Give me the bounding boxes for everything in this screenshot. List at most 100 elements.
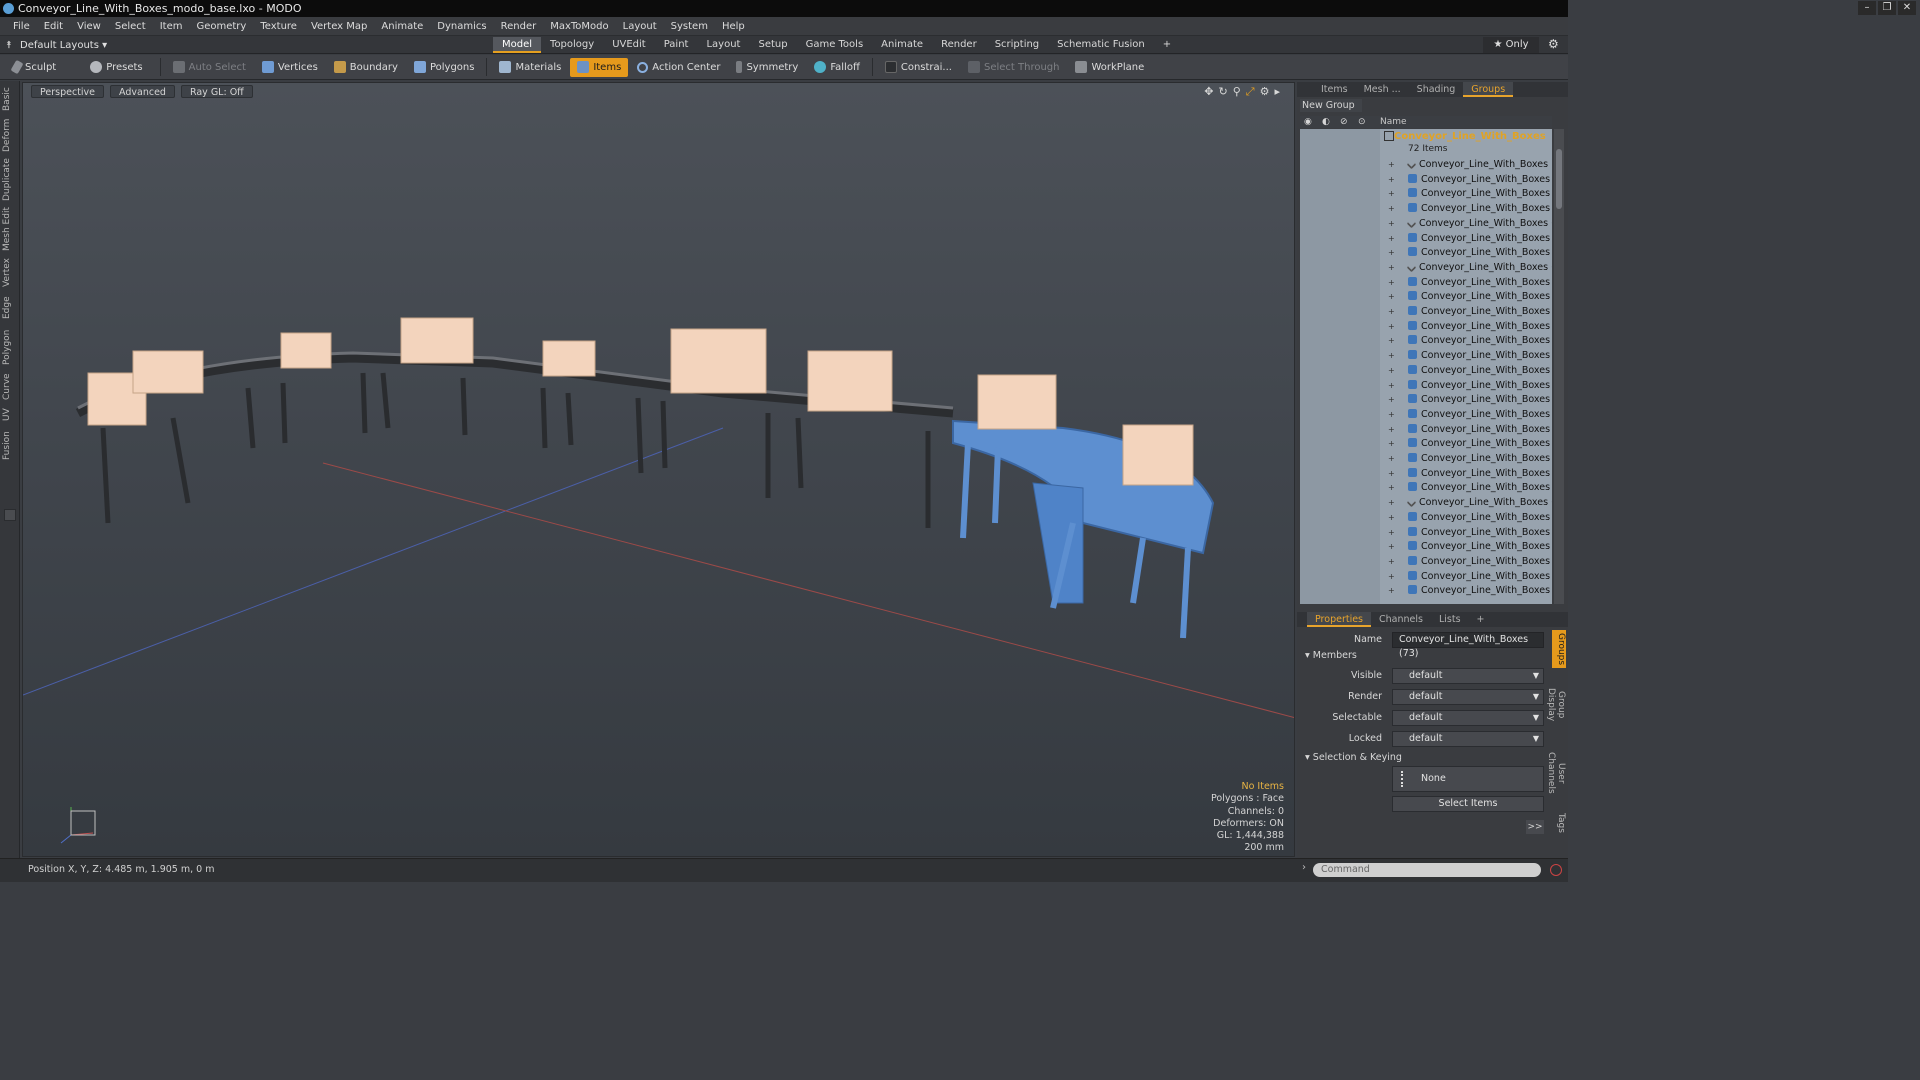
menu-animate[interactable]: Animate bbox=[374, 21, 430, 32]
lefttab-deform[interactable]: Deform bbox=[2, 117, 18, 153]
locked-dropdown[interactable]: default ▼ bbox=[1392, 731, 1544, 747]
expand-icon[interactable]: + bbox=[1388, 540, 1395, 554]
list-item[interactable]: + Conveyor_Line_With_Boxes (22) bbox=[1388, 467, 1552, 481]
sidetab-user-channels[interactable]: User Channels bbox=[1546, 742, 1566, 804]
tab-shading[interactable]: Shading bbox=[1409, 82, 1464, 97]
lefttab-fusion[interactable]: Fusion bbox=[2, 429, 18, 463]
expand-icon[interactable]: + bbox=[1388, 496, 1395, 510]
menu-render[interactable]: Render bbox=[494, 21, 544, 32]
select-items-button[interactable]: Select Items bbox=[1392, 796, 1544, 812]
expand-icon[interactable]: + bbox=[1388, 232, 1395, 246]
expand-icon[interactable]: + bbox=[1388, 379, 1395, 393]
select-icon[interactable]: ⊙ bbox=[1358, 117, 1366, 127]
expand-icon[interactable]: + bbox=[1388, 246, 1395, 260]
render-dropdown[interactable]: default ▼ bbox=[1392, 689, 1544, 705]
lefttab-polygon[interactable]: Polygon bbox=[2, 327, 18, 367]
list-item[interactable]: + Conveyor_Line_With_Boxes (18) bbox=[1388, 408, 1552, 422]
name-field[interactable]: Conveyor_Line_With_Boxes (73) bbox=[1392, 632, 1544, 659]
list-item[interactable]: + Conveyor_Line_With_Boxes (24) bbox=[1388, 496, 1552, 510]
materials-button[interactable]: Materials bbox=[492, 58, 568, 77]
menu-select[interactable]: Select bbox=[108, 21, 153, 32]
list-item[interactable]: + Conveyor_Line_With_Boxes (7) bbox=[1388, 246, 1552, 260]
expand-icon[interactable]: + bbox=[1388, 511, 1395, 525]
menu-view[interactable]: View bbox=[70, 21, 108, 32]
record-icon[interactable] bbox=[1550, 864, 1562, 876]
tab-scripting[interactable]: Scripting bbox=[986, 37, 1048, 53]
lefttab-mesh-edit[interactable]: Mesh Edit bbox=[2, 207, 18, 251]
list-item[interactable]: + Conveyor_Line_With_Boxes (8) bbox=[1388, 261, 1552, 275]
menu-edit[interactable]: Edit bbox=[37, 21, 70, 32]
expand-icon[interactable]: + bbox=[1388, 408, 1395, 422]
menu-geometry[interactable]: Geometry bbox=[189, 21, 253, 32]
lefttab-duplicate[interactable]: Duplicate bbox=[2, 158, 18, 201]
visible-dropdown[interactable]: default ▼ bbox=[1392, 668, 1544, 684]
select-through-button[interactable]: Select Through bbox=[961, 58, 1067, 77]
list-item[interactable]: + Conveyor_Line_With_Boxes (3) bbox=[1388, 187, 1552, 201]
layout-selector[interactable]: ⯭ Default Layouts ▾ bbox=[6, 36, 107, 54]
viewport-expand-icon[interactable]: ▸ bbox=[1274, 85, 1280, 99]
list-item[interactable]: + Conveyor_Line_With_Boxes (30) bbox=[1388, 584, 1552, 598]
symmetry-button[interactable]: Symmetry bbox=[729, 58, 805, 77]
tab-layout[interactable]: Layout bbox=[697, 37, 749, 53]
lefttab-uv[interactable]: UV bbox=[2, 407, 18, 423]
add-tab-button[interactable]: + bbox=[1154, 37, 1180, 53]
only-button[interactable]: ★ Only bbox=[1483, 37, 1539, 53]
menu-item[interactable]: Item bbox=[153, 21, 190, 32]
selectable-dropdown[interactable]: default ▼ bbox=[1392, 710, 1544, 726]
list-item[interactable]: + Conveyor_Line_With_Boxes (26) bbox=[1388, 526, 1552, 540]
name-column-header[interactable]: Name bbox=[1380, 116, 1407, 128]
sidetab-tags[interactable]: Tags bbox=[1552, 810, 1566, 836]
polygons-button[interactable]: Polygons bbox=[407, 58, 482, 77]
add-properties-tab[interactable]: + bbox=[1469, 612, 1493, 627]
tab-topology[interactable]: Topology bbox=[541, 37, 603, 53]
tab-game-tools[interactable]: Game Tools bbox=[797, 37, 873, 53]
eye-icon[interactable]: ◉ bbox=[1304, 117, 1312, 127]
expand-icon[interactable]: + bbox=[1388, 467, 1395, 481]
list-item[interactable]: + Conveyor_Line_With_Boxes (9) bbox=[1388, 276, 1552, 290]
lefttab-edge[interactable]: Edge bbox=[2, 295, 18, 321]
expand-icon[interactable]: + bbox=[1388, 584, 1395, 598]
rotate-icon[interactable]: ↻ bbox=[1219, 85, 1228, 99]
expand-icon[interactable]: + bbox=[1388, 217, 1395, 231]
expand-icon[interactable]: + bbox=[1388, 570, 1395, 584]
panel-toggle-icon[interactable] bbox=[4, 509, 16, 521]
lefttab-vertex[interactable]: Vertex bbox=[2, 257, 18, 289]
menu-help[interactable]: Help bbox=[715, 21, 752, 32]
expand-icon[interactable]: + bbox=[1388, 276, 1395, 290]
tab-render[interactable]: Render bbox=[932, 37, 986, 53]
expand-icon[interactable]: + bbox=[1388, 364, 1395, 378]
group-root[interactable]: Conveyor_Line_With_Boxes bbox=[1394, 131, 1546, 142]
list-item[interactable]: + Conveyor_Line_With_Boxes (5) bbox=[1388, 217, 1552, 231]
boundary-button[interactable]: Boundary bbox=[327, 58, 405, 77]
expand-icon[interactable]: + bbox=[1388, 526, 1395, 540]
menu-texture[interactable]: Texture bbox=[253, 21, 304, 32]
close-button[interactable]: ✕ bbox=[1898, 1, 1916, 15]
list-item[interactable]: + Conveyor_Line_With_Boxes (15) bbox=[1388, 364, 1552, 378]
list-item[interactable]: + Conveyor_Line_With_Boxes (11) bbox=[1388, 305, 1552, 319]
expand-icon[interactable]: + bbox=[1388, 305, 1395, 319]
members-section[interactable]: ▾ Members bbox=[1305, 650, 1357, 661]
list-item[interactable]: + Conveyor_Line_With_Boxes (2) bbox=[1388, 173, 1552, 187]
viewport-settings-icon[interactable]: ⚙ bbox=[1260, 85, 1270, 99]
expand-icon[interactable]: + bbox=[1388, 187, 1395, 201]
tab-channels[interactable]: Channels bbox=[1371, 612, 1431, 627]
more-button[interactable]: >> bbox=[1526, 820, 1544, 834]
pan-icon[interactable]: ✥ bbox=[1204, 85, 1213, 99]
group-list-scrollbar[interactable] bbox=[1554, 129, 1564, 604]
presets-button[interactable]: Presets bbox=[83, 58, 149, 77]
new-group-button[interactable]: New Group bbox=[1300, 99, 1362, 112]
menu-layout[interactable]: Layout bbox=[616, 21, 664, 32]
sidetab-groups[interactable]: Groups bbox=[1552, 630, 1566, 668]
expand-icon[interactable]: + bbox=[1388, 261, 1395, 275]
list-item[interactable]: + Conveyor_Line_With_Boxes (6) bbox=[1388, 232, 1552, 246]
lock-icon[interactable]: ⊘ bbox=[1340, 117, 1348, 127]
items-button[interactable]: Items bbox=[570, 57, 629, 77]
command-input[interactable]: Command bbox=[1313, 863, 1541, 877]
viewport-raygl-button[interactable]: Ray GL: Off bbox=[180, 85, 253, 98]
viewport-view-button[interactable]: Perspective bbox=[31, 85, 105, 98]
menu-file[interactable]: File bbox=[6, 21, 37, 32]
workplane-button[interactable]: WorkPlane bbox=[1068, 58, 1151, 77]
minimize-button[interactable]: – bbox=[1858, 1, 1876, 15]
tab-items[interactable]: Items bbox=[1313, 82, 1356, 97]
list-item[interactable]: + Conveyor_Line_With_Boxes bbox=[1388, 158, 1548, 172]
